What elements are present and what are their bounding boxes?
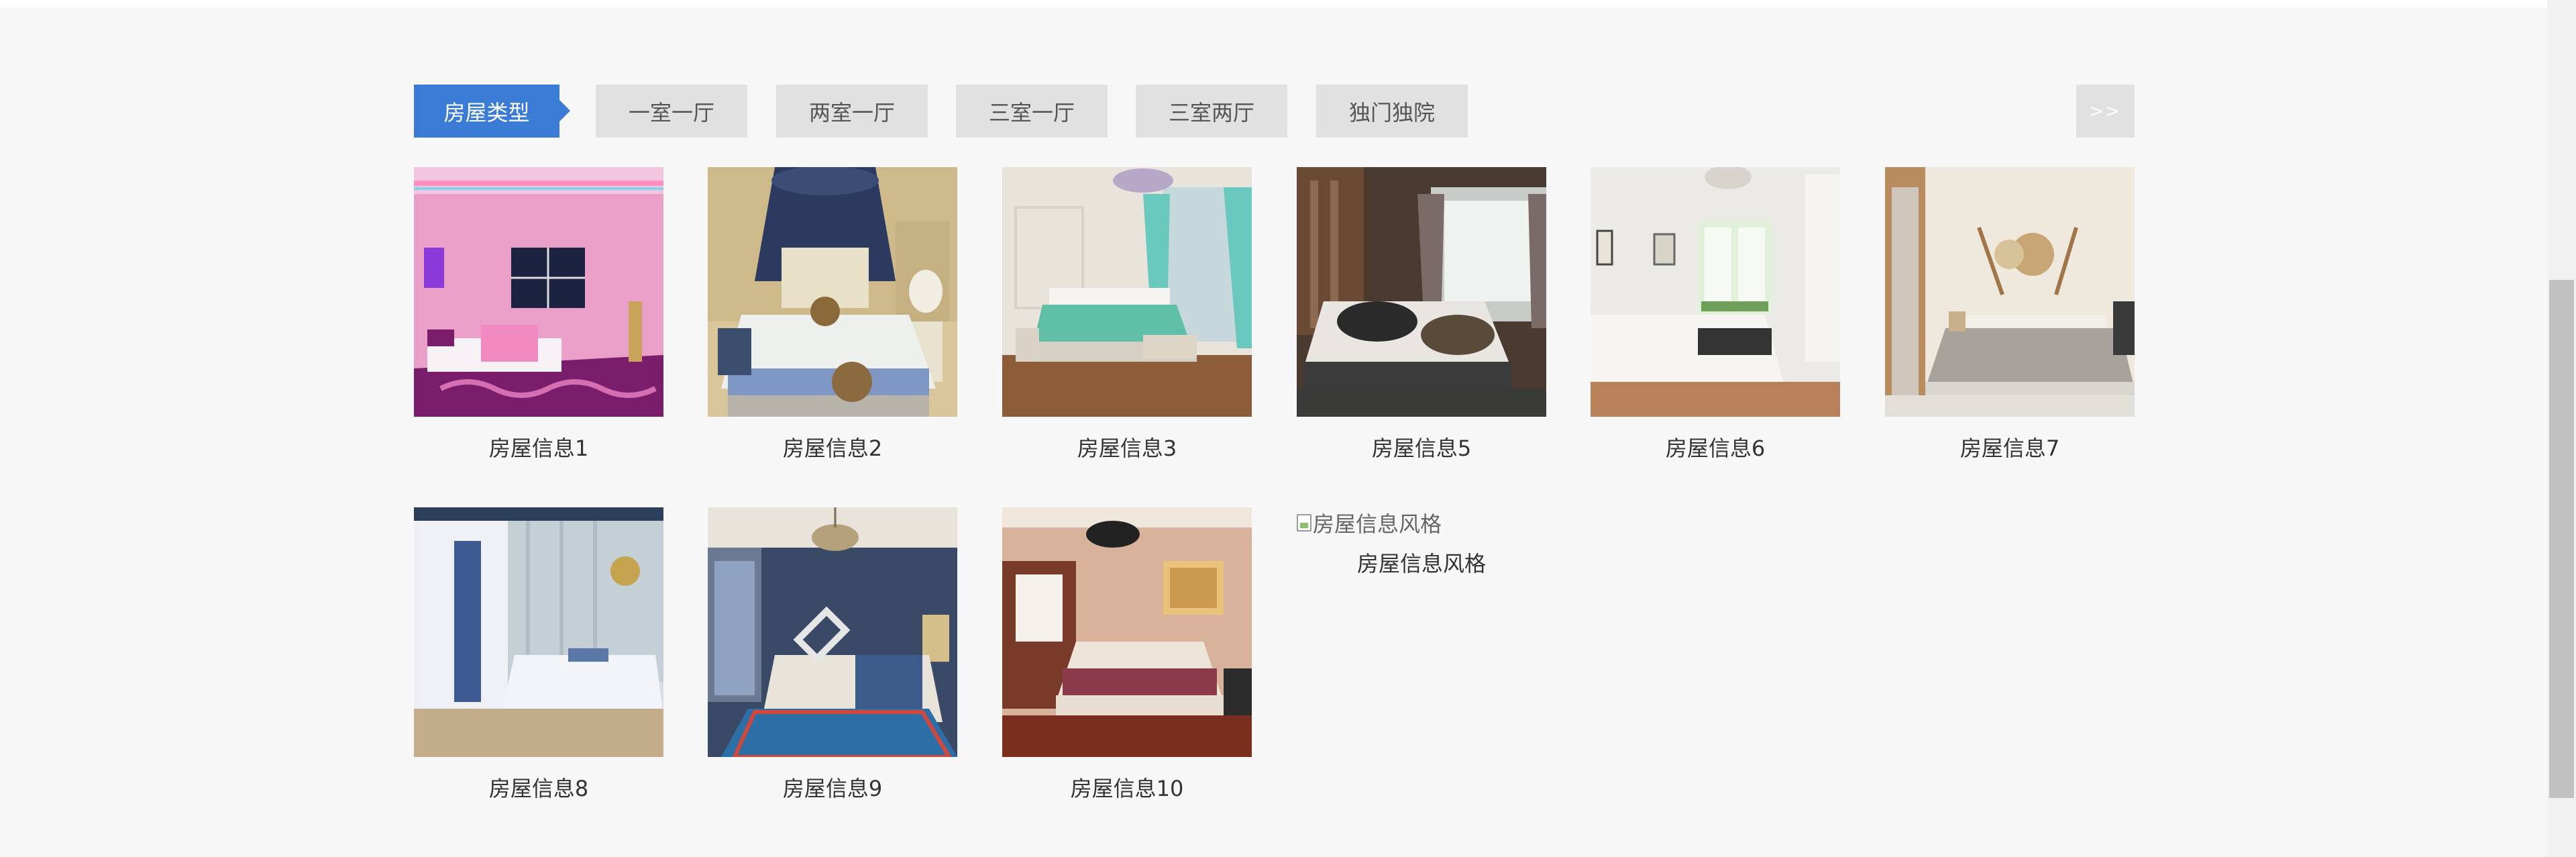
listing-card[interactable]: 房屋信息3 xyxy=(1002,167,1252,477)
broken-image-icon xyxy=(1297,514,1311,532)
listing-card-broken[interactable]: 房屋信息风格 房屋信息风格 xyxy=(1297,507,1546,587)
listing-caption[interactable]: 房屋信息3 xyxy=(1002,417,1252,477)
tab-detached-house[interactable]: 独门独院 xyxy=(1316,85,1468,138)
listing-caption[interactable]: 房屋信息6 xyxy=(1591,417,1840,477)
listing-thumbnail[interactable] xyxy=(414,507,663,757)
listing-caption[interactable]: 房屋信息9 xyxy=(708,757,957,817)
listing-caption[interactable]: 房屋信息2 xyxy=(708,417,957,477)
scrollbar-thumb[interactable] xyxy=(2549,280,2574,798)
more-button[interactable]: >> xyxy=(2076,85,2135,138)
listing-caption[interactable]: 房屋信息7 xyxy=(1885,417,2135,477)
listing-thumbnail[interactable] xyxy=(1002,507,1252,757)
listing-caption[interactable]: 房屋信息1 xyxy=(414,417,663,477)
listing-thumbnail[interactable] xyxy=(708,507,957,757)
tab-one-bedroom[interactable]: 一室一厅 xyxy=(596,85,747,138)
tab-three-bedroom[interactable]: 三室一厅 xyxy=(956,85,1108,138)
listing-caption[interactable]: 房屋信息风格 xyxy=(1297,538,1546,587)
house-type-filter: 房屋类型 一室一厅 两室一厅 三室一厅 三室两厅 独门独院 >> xyxy=(414,85,2135,138)
listing-card[interactable]: 房屋信息5 xyxy=(1297,167,1546,477)
listing-card[interactable]: 房屋信息9 xyxy=(708,507,957,817)
listing-card[interactable]: 房屋信息7 xyxy=(1885,167,2135,477)
broken-image[interactable]: 房屋信息风格 xyxy=(1297,507,1546,538)
tab-two-bedroom[interactable]: 两室一厅 xyxy=(776,85,928,138)
listing-card[interactable]: 房屋信息6 xyxy=(1591,167,1840,477)
listing-thumbnail[interactable] xyxy=(1885,167,2135,417)
listing-thumbnail[interactable] xyxy=(1591,167,1840,417)
listing-thumbnail[interactable] xyxy=(1297,167,1546,417)
listing-thumbnail[interactable] xyxy=(1002,167,1252,417)
listing-card[interactable]: 房屋信息8 xyxy=(414,507,663,817)
listing-card[interactable]: 房屋信息2 xyxy=(708,167,957,477)
tab-three-bedroom-two-living[interactable]: 三室两厅 xyxy=(1136,85,1287,138)
listing-caption[interactable]: 房屋信息10 xyxy=(1002,757,1252,817)
listing-thumbnail[interactable] xyxy=(708,167,957,417)
listing-caption[interactable]: 房屋信息8 xyxy=(414,757,663,817)
tab-house-type[interactable]: 房屋类型 xyxy=(414,85,570,138)
listing-card[interactable]: 房屋信息1 xyxy=(414,167,663,477)
image-alt-text: 房屋信息风格 xyxy=(1313,511,1442,537)
top-header-strip xyxy=(0,0,2547,9)
listing-caption[interactable]: 房屋信息5 xyxy=(1297,417,1546,477)
listing-thumbnail[interactable] xyxy=(414,167,663,417)
listing-card[interactable]: 房屋信息10 xyxy=(1002,507,1252,817)
